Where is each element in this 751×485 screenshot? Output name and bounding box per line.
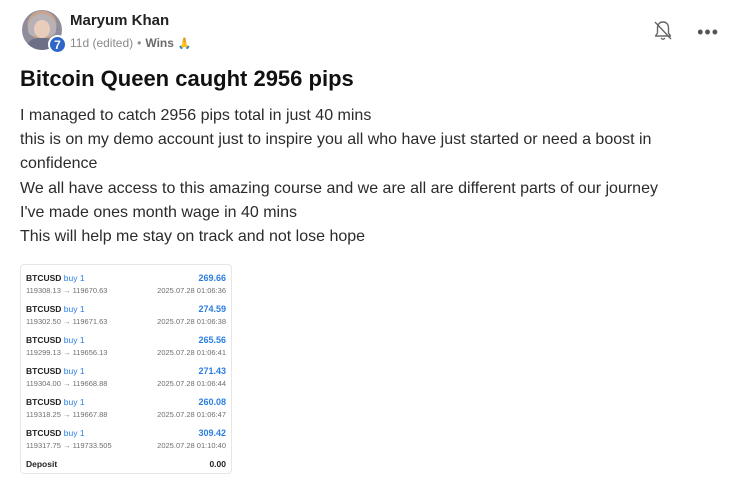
post-title: Bitcoin Queen caught 2956 pips xyxy=(20,66,354,91)
trade-symbol: BTCUSD xyxy=(26,273,62,283)
trade-time: 2025.07.28 01:06:41 xyxy=(157,348,226,357)
body-line: We all have access to this amazing cours… xyxy=(20,179,658,197)
deposit-value: 0.00 xyxy=(209,459,226,469)
trade-prices: 119308.13 → 119670.63 xyxy=(26,286,108,295)
deposit-row: Deposit 0.00 xyxy=(26,457,226,471)
trade-time: 2025.07.28 01:06:36 xyxy=(157,286,226,295)
trade-time: 2025.07.28 01:10:40 xyxy=(157,441,226,450)
trade-row: BTCUSD buy 1 119299.13 → 119656.13 265.5… xyxy=(26,331,226,361)
trade-symbol: BTCUSD xyxy=(26,428,62,438)
trade-time: 2025.07.28 01:06:47 xyxy=(157,410,226,419)
trade-row: BTCUSD buy 1 119318.25 → 119667.88 260.0… xyxy=(26,393,226,423)
trade-time: 2025.07.28 01:06:44 xyxy=(157,379,226,388)
level-badge: 7 xyxy=(48,35,67,54)
post-header: 7 Maryum Khan 11d (edited) • Wins 🙏 ••• xyxy=(20,8,731,54)
deposit-label: Deposit xyxy=(26,459,58,469)
post-body: I managed to catch 2956 pips total in ju… xyxy=(20,104,720,249)
trade-history-image[interactable]: BTCUSD buy 1 119308.13 → 119670.63 269.6… xyxy=(20,264,232,474)
author-name[interactable]: Maryum Khan xyxy=(70,12,169,29)
category-emoji: 🙏 xyxy=(177,37,192,50)
trade-row: BTCUSD buy 1 119317.75 → 119733.505 309.… xyxy=(26,424,226,454)
body-line: This will help me stay on track and not … xyxy=(20,228,366,246)
bell-off-icon[interactable] xyxy=(653,20,673,42)
trade-profit: 265.56 xyxy=(198,335,226,345)
post-time: 11d (edited) xyxy=(70,36,134,50)
meta-separator: • xyxy=(137,36,142,50)
trade-side: buy 1 xyxy=(63,397,85,407)
trade-symbol: BTCUSD xyxy=(26,397,62,407)
trade-profit: 271.43 xyxy=(198,366,226,376)
body-line: confidence xyxy=(20,155,98,173)
trade-prices: 119318.25 → 119667.88 xyxy=(26,410,108,419)
trade-side: buy 1 xyxy=(63,273,85,283)
trade-row: BTCUSD buy 1 119304.00 → 119668.88 271.4… xyxy=(26,362,226,392)
trade-symbol: BTCUSD xyxy=(26,366,62,376)
trade-profit: 260.08 xyxy=(198,397,226,407)
trade-prices: 119299.13 → 119656.13 xyxy=(26,348,108,357)
trade-prices: 119302.50 → 119671.63 xyxy=(26,317,108,326)
more-options-button[interactable]: ••• xyxy=(697,22,719,43)
trade-side: buy 1 xyxy=(63,366,85,376)
body-line: I've made ones month wage in 40 mins xyxy=(20,203,297,221)
trade-row: BTCUSD buy 1 119302.50 → 119671.63 274.5… xyxy=(26,300,226,330)
trade-side: buy 1 xyxy=(63,428,85,438)
trade-row: BTCUSD buy 1 119308.13 → 119670.63 269.6… xyxy=(26,269,226,299)
trade-symbol: BTCUSD xyxy=(26,304,62,314)
trade-prices: 119304.00 → 119668.88 xyxy=(26,379,108,388)
trade-side: buy 1 xyxy=(63,304,85,314)
body-line: I managed to catch 2956 pips total in ju… xyxy=(20,107,372,124)
post-meta: 11d (edited) • Wins 🙏 xyxy=(70,36,192,50)
trade-profit: 274.59 xyxy=(198,304,226,314)
category-link[interactable]: Wins xyxy=(145,36,174,50)
trade-time: 2025.07.28 01:06:38 xyxy=(157,317,226,326)
trade-side: buy 1 xyxy=(63,335,85,345)
trade-prices: 119317.75 → 119733.505 xyxy=(26,441,112,450)
trade-symbol: BTCUSD xyxy=(26,335,62,345)
trade-profit: 309.42 xyxy=(198,428,226,438)
body-line: this is on my demo account just to inspi… xyxy=(20,131,652,149)
trade-profit: 269.66 xyxy=(198,273,226,283)
